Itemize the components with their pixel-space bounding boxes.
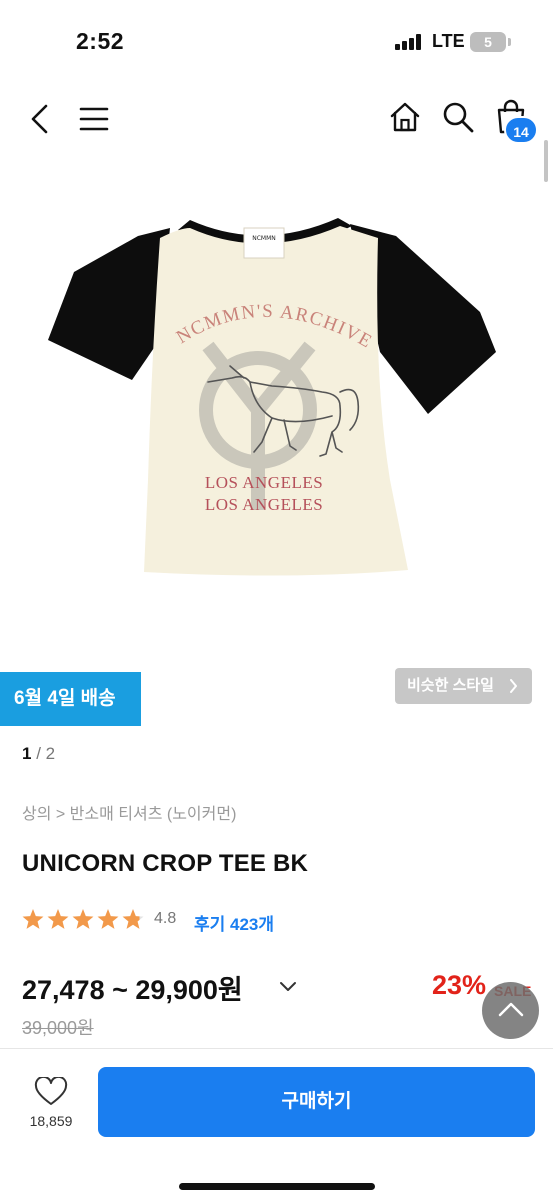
bottom-action-bar: 18,859 구매하기 [0,1048,553,1200]
chevron-up-icon [498,1002,524,1017]
buy-button[interactable]: 구매하기 [98,1067,535,1137]
page-scrollbar[interactable] [544,140,548,182]
status-bar: 2:52 LTE 5 [0,0,553,80]
city-line-1: LOS ANGELES [205,473,323,492]
battery-icon: 5 [470,32,506,52]
rating-stars [22,909,144,929]
tag-brand: NCMMN [252,235,276,242]
cart-count-badge: 14 [504,116,538,144]
scroll-to-top-button[interactable] [482,982,539,1039]
similar-style-button[interactable]: 비슷한 스타일 [395,668,532,704]
signal-icon [395,34,423,50]
similar-style-label: 비슷한 스타일 [407,677,494,694]
star-icon [22,909,44,929]
star-icon [47,909,69,929]
battery-tip [508,38,511,46]
home-icon[interactable] [388,100,422,134]
top-nav: 14 [0,96,553,144]
status-time: 2:52 [76,28,125,54]
pager-total: 2 [45,744,56,763]
chevron-down-icon[interactable] [278,980,298,994]
city-line-2: LOS ANGELES [205,495,323,514]
image-pager: 1 / 2 [22,744,55,764]
wishlist-count: 18,859 [29,1113,73,1129]
review-count-link[interactable]: 후기 423개 [194,910,274,935]
star-icon [97,909,119,929]
product-title: UNICORN CROP TEE BK [22,850,309,877]
heart-icon [34,1077,68,1105]
chevron-right-icon [510,679,517,693]
product-image[interactable]: NCMMN NCMMN'S ARCHIVE LOS ANGELES LOS AN… [40,180,520,590]
wishlist-button[interactable]: 18,859 [24,1073,78,1137]
star-icon [72,909,94,929]
home-indicator [179,1183,375,1190]
left-sleeve [48,228,170,380]
discount-percent: 23% [432,970,487,1000]
star-icon [122,909,144,929]
price-range[interactable]: 27,478 ~ 29,900원 [22,968,243,1007]
shirt-body [144,226,408,576]
neck-label [243,227,285,259]
category-breadcrumb[interactable]: 상의 > 반소매 티셔츠 (노이커먼) [22,800,236,824]
pager-separator: / [31,744,46,763]
search-icon[interactable] [441,100,475,134]
network-label: LTE [432,31,465,51]
battery-level: 5 [484,34,492,50]
delivery-date-badge: 6월 4일 배송 [0,672,141,726]
rating-score: 4.8 [154,910,177,927]
original-price: 39,000원 [22,1018,94,1038]
menu-icon[interactable] [78,104,110,134]
back-arrow-icon[interactable] [28,102,52,136]
